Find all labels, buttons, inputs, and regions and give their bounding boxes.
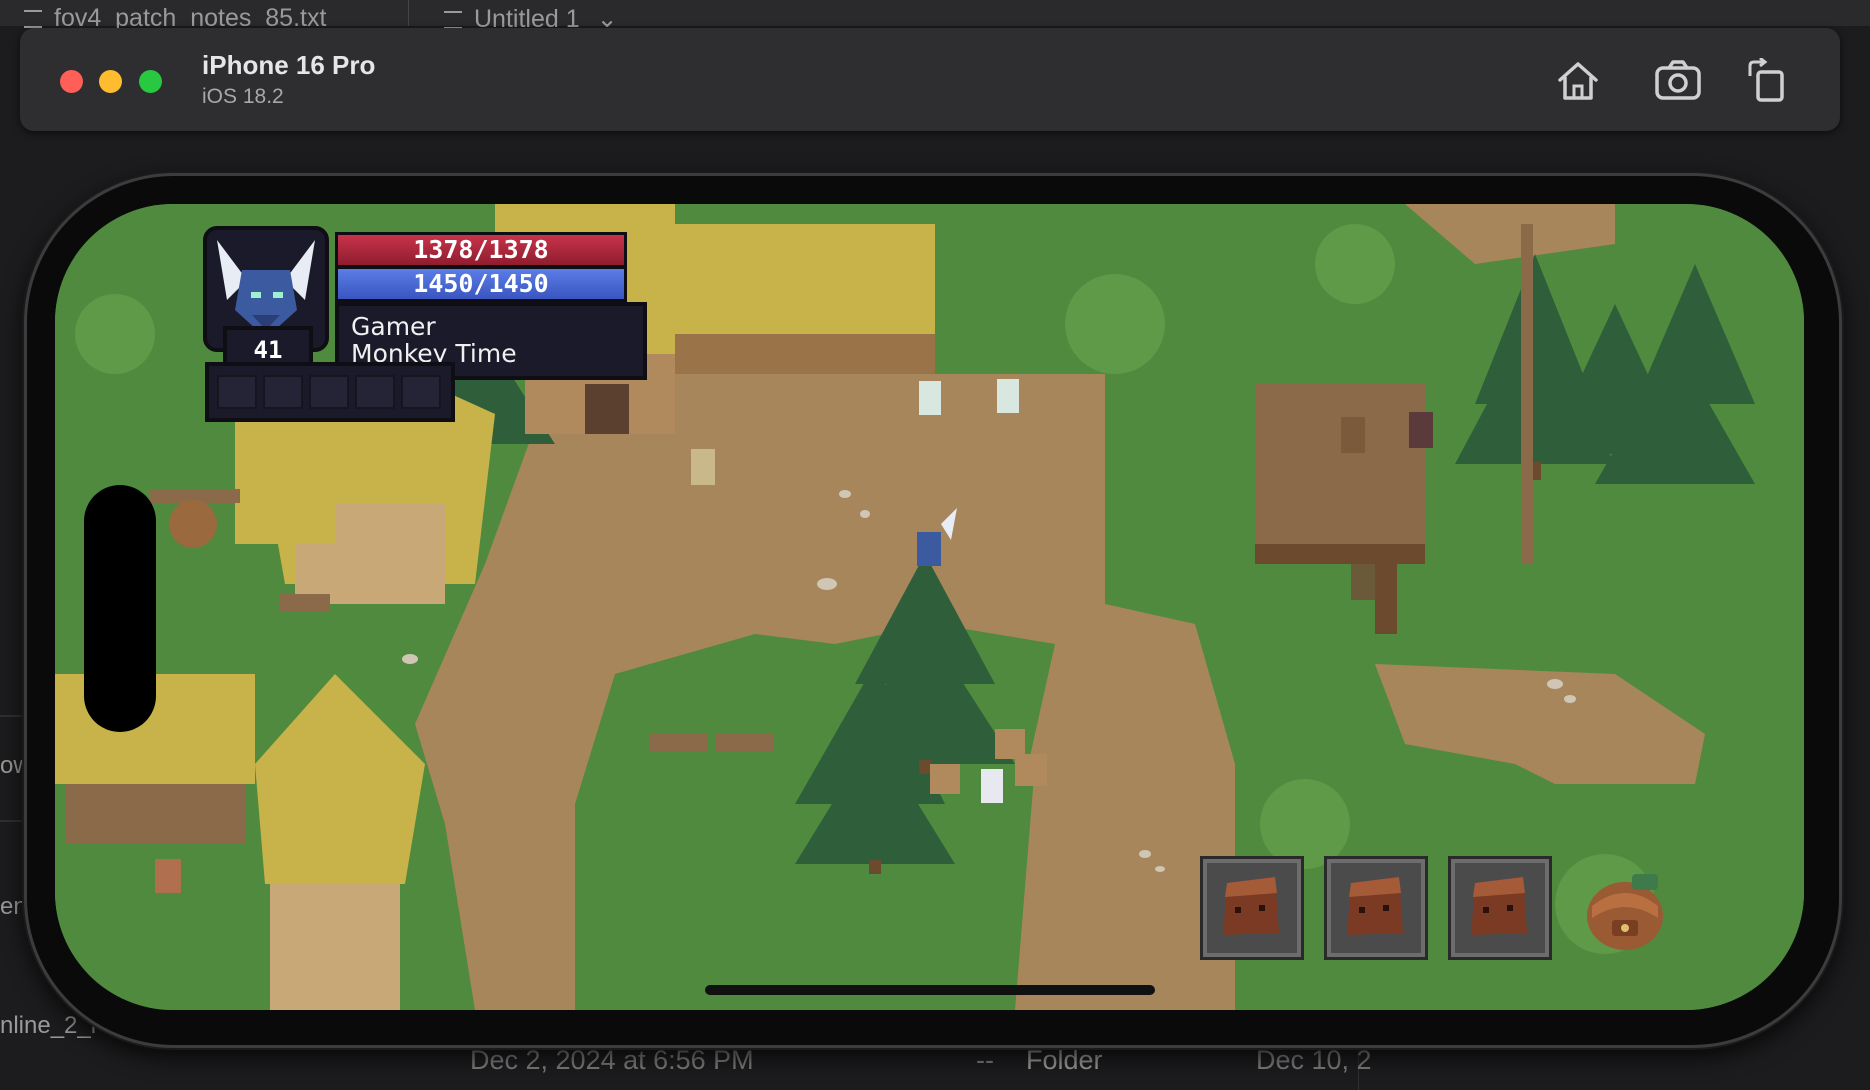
mp-bar: 1450/1450: [335, 266, 627, 302]
bag-icon: [1223, 877, 1279, 935]
device-name: iPhone 16 Pro: [202, 50, 376, 80]
inventory-slot-3[interactable]: [1451, 859, 1549, 957]
home-button[interactable]: [1554, 58, 1602, 102]
rotate-button[interactable]: [1744, 56, 1792, 102]
rotate-icon: [1748, 56, 1784, 102]
file-kind: Folder: [1026, 1045, 1103, 1075]
backpack-button[interactable]: [1582, 866, 1668, 954]
background-tab-bar: fov4_patch_notes_85.txt Untitled 1 ⌄: [0, 0, 1870, 33]
inventory-slot-2[interactable]: [1327, 859, 1425, 957]
buff-slot[interactable]: [263, 375, 303, 409]
home-icon: [1558, 62, 1598, 100]
divider: [0, 820, 24, 822]
hp-bar: 1378/1378: [335, 232, 627, 268]
screenshot-icon: [1655, 60, 1701, 100]
simulator-title-bar: iPhone 16 Pro iOS 18.2: [20, 28, 1840, 131]
buff-slot[interactable]: [217, 375, 257, 409]
tab-divider: [408, 0, 409, 26]
minimize-button[interactable]: [99, 70, 122, 93]
document-icon: [24, 10, 42, 28]
buff-bar: [205, 362, 455, 422]
inventory-slot-1[interactable]: [1203, 859, 1301, 957]
zoom-button[interactable]: [139, 70, 162, 93]
document-icon: [444, 11, 462, 29]
bag-icon: [1471, 877, 1527, 935]
player-name: Gamer: [351, 312, 436, 341]
os-version: iOS 18.2: [202, 85, 284, 108]
screenshot-button[interactable]: [1654, 58, 1702, 102]
dynamic-island: [84, 485, 156, 732]
close-button[interactable]: [60, 70, 83, 93]
file-date: Dec 2, 2024 at 6:56 PM: [470, 1045, 754, 1075]
buff-slot[interactable]: [309, 375, 349, 409]
buff-slot[interactable]: [355, 375, 395, 409]
backpack-icon: [1587, 874, 1663, 950]
file-size: --: [976, 1045, 994, 1075]
file-date-2: Dec 10, 2: [1256, 1045, 1372, 1075]
home-indicator[interactable]: [705, 985, 1155, 995]
barrel: [169, 500, 217, 548]
divider: [0, 715, 24, 717]
player-hud: 41 1378/1378 1450/1450 Gamer Monkey Time: [195, 214, 655, 424]
bag-icon: [1347, 877, 1403, 935]
buff-slot[interactable]: [401, 375, 441, 409]
